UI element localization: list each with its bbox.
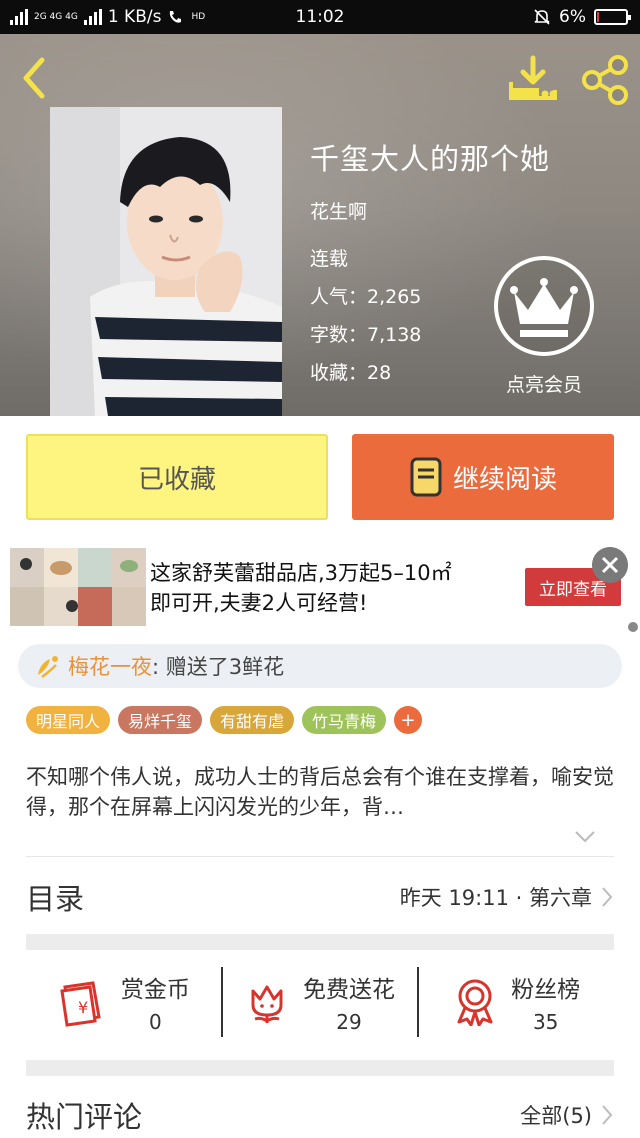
share-icon[interactable] [580, 54, 632, 106]
all-comments-link[interactable]: 全部(5) [520, 1100, 592, 1130]
add-tag-button[interactable]: + [394, 706, 423, 734]
table-of-contents-row[interactable]: 目录 昨天 19:11 · 第六章 [26, 870, 614, 924]
ad-info-icon[interactable] [628, 622, 638, 632]
book-author[interactable]: 花生啊 [310, 197, 367, 224]
popularity-stat: 人气：2,265 [310, 286, 422, 308]
medal-icon [457, 979, 493, 1026]
hot-comments-row[interactable]: 热门评论 全部(5) [26, 1092, 614, 1138]
reward-title: 粉丝榜 [511, 977, 581, 1003]
close-icon[interactable] [592, 547, 628, 583]
chevron-right-icon [602, 1105, 613, 1125]
toc-title: 目录 [26, 882, 85, 916]
comments-title: 热门评论 [26, 1100, 143, 1134]
fan-ranking-button[interactable]: 粉丝榜 35 [419, 950, 614, 1054]
signal-icon [10, 9, 28, 25]
divider [26, 856, 614, 857]
flower-icon [38, 656, 58, 678]
back-arrow-icon[interactable] [16, 56, 52, 100]
chevron-down-icon[interactable] [574, 830, 596, 844]
cover-portrait-image [50, 107, 282, 416]
network-type: 2G 4G 4G [34, 11, 78, 22]
vip-label: 点亮会员 [505, 374, 582, 396]
tag-item[interactable]: 易烊千玺 [118, 706, 203, 734]
rewards-row: ¥ 赏金币 0 免费送花 29 粉丝榜 35 [26, 950, 614, 1054]
book-cover[interactable] [50, 107, 282, 416]
free-flower-button[interactable]: 免费送花 29 [223, 950, 418, 1054]
ad-thumbnail-image [10, 548, 146, 626]
continue-reading-label: 继续阅读 [452, 464, 557, 495]
status-bar: 2G 4G 4G 1 KB/s HD 11:02 6% [0, 0, 640, 34]
chevron-right-icon [602, 887, 613, 907]
favorites-stat: 收藏：28 [310, 362, 392, 384]
reward-title: 赏金币 [120, 977, 190, 1003]
book-detail-page: 2G 4G 4G 1 KB/s HD 11:02 6% 千玺大人的那个她 花生啊… [0, 0, 640, 1138]
tag-item[interactable]: 有甜有虐 [210, 706, 295, 734]
ad-line-1: 这家舒芙蕾甜品店,3万起5–10㎡ [150, 561, 452, 585]
red-envelope-icon: ¥ [60, 981, 101, 1027]
tag-list: 明星同人 易烊千玺 有甜有虐 竹马青梅 + [26, 706, 423, 734]
ad-text: 这家舒芙蕾甜品店,3万起5–10㎡ 即可开,夫妻2人可经营! [150, 558, 452, 618]
reward-value: 29 [336, 1010, 362, 1034]
action-buttons: 已收藏 继续阅读 [0, 416, 640, 540]
network-speed: 1 KB/s [107, 7, 162, 27]
book-intro[interactable]: 不知哪个伟人说，成功人士的背后总会有个谁在支撑着，喻安觉得，那个在屏幕上闪闪发光… [26, 762, 618, 822]
signal-icon-2 [83, 9, 102, 25]
book-content: 梅花一夜 : 赠送了3鲜花 明星同人 易烊千玺 有甜有虐 竹马青梅 + 不知哪个… [0, 634, 640, 1138]
reward-coins-button[interactable]: ¥ 赏金币 0 [26, 950, 221, 1054]
vip-button[interactable]: 点亮会员 [492, 254, 596, 397]
collected-button[interactable]: 已收藏 [26, 434, 328, 520]
reward-value: 35 [532, 1010, 559, 1034]
hd-label: HD [191, 11, 206, 22]
book-header: 千玺大人的那个她 花生啊 连载 人气：2,265 字数：7,138 收藏：28 … [0, 34, 640, 416]
flower-gift-bar[interactable]: 梅花一夜 : 赠送了3鲜花 [18, 644, 622, 688]
flower-user[interactable]: 梅花一夜 [68, 651, 152, 681]
tag-item[interactable]: 竹马青梅 [302, 706, 387, 734]
section-separator [26, 934, 614, 950]
flower-icon [251, 985, 283, 1023]
book-icon [410, 457, 442, 497]
mute-icon [534, 9, 550, 25]
svg-text:¥: ¥ [78, 998, 88, 1017]
book-title: 千玺大人的那个她 [310, 142, 551, 176]
continue-reading-button[interactable]: 继续阅读 [352, 434, 614, 520]
section-separator [26, 1060, 614, 1076]
book-status: 连载 [310, 248, 349, 270]
download-icon[interactable] [506, 54, 560, 104]
reward-value: 0 [148, 1010, 162, 1034]
word-count-stat: 字数：7,138 [310, 324, 422, 346]
ad-banner[interactable]: 这家舒芙蕾甜品店,3万起5–10㎡ 即可开,夫妻2人可经营! 立即查看 [0, 540, 640, 634]
ad-line-2: 即可开,夫妻2人可经营! [150, 591, 368, 615]
tag-item[interactable]: 明星同人 [26, 706, 111, 734]
flower-message: : 赠送了3鲜花 [152, 655, 285, 679]
battery-icon [594, 9, 631, 25]
toc-latest-chapter: 昨天 19:11 · 第六章 [399, 886, 592, 910]
crown-icon [494, 256, 594, 356]
battery-percent: 6% [559, 7, 586, 27]
reward-title: 免费送花 [303, 977, 395, 1003]
hd-call-icon [170, 11, 182, 23]
